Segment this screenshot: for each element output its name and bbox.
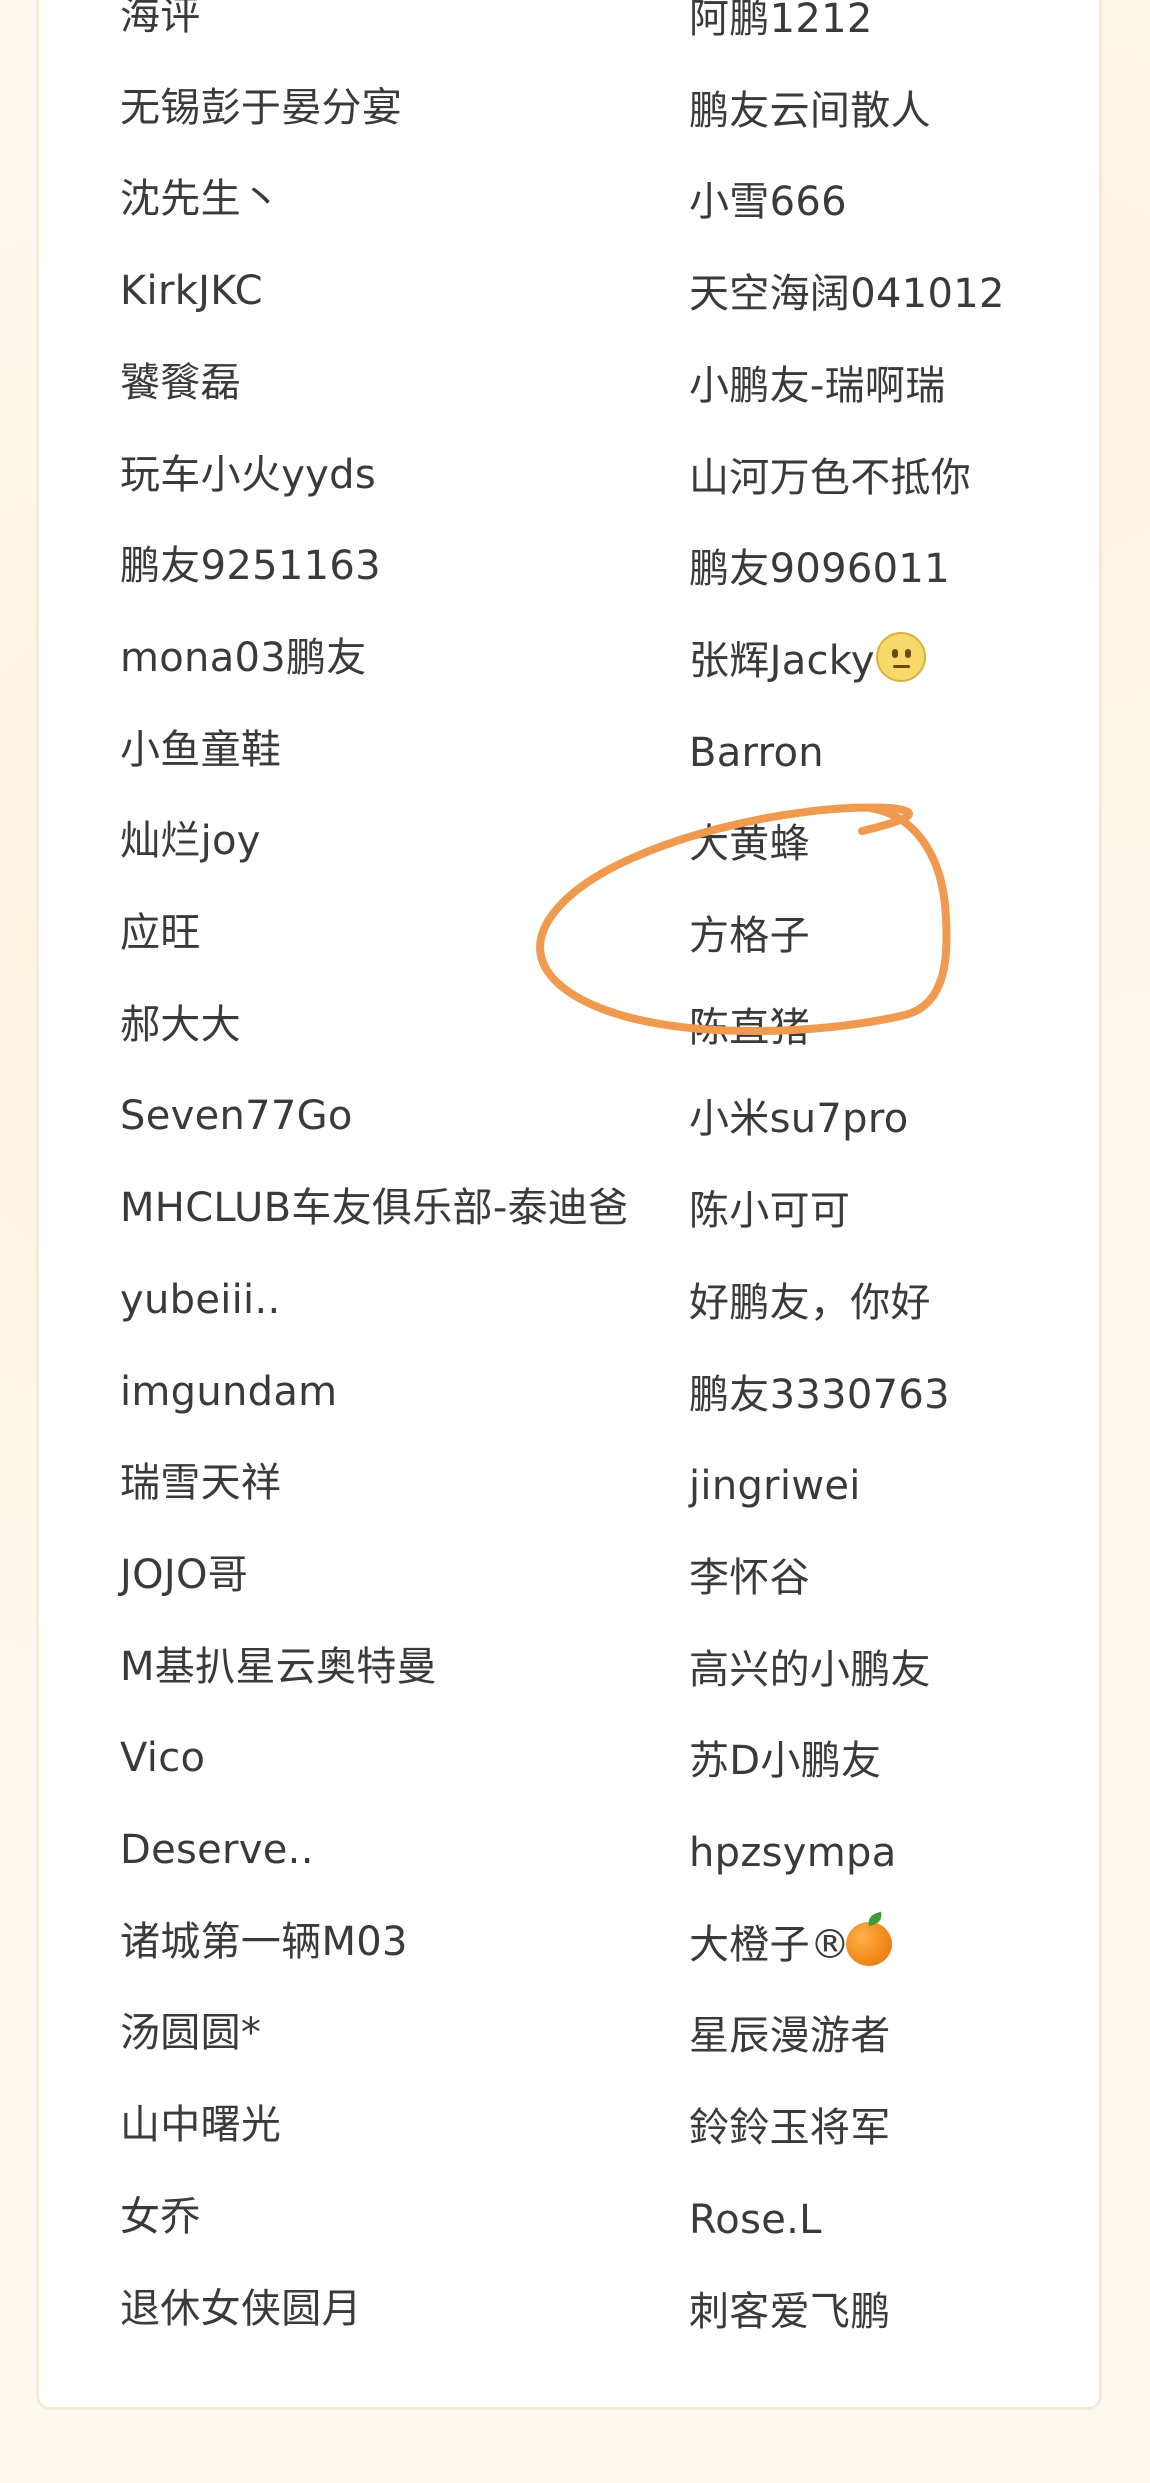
hand-drawn-circle-annotation <box>536 803 951 1035</box>
